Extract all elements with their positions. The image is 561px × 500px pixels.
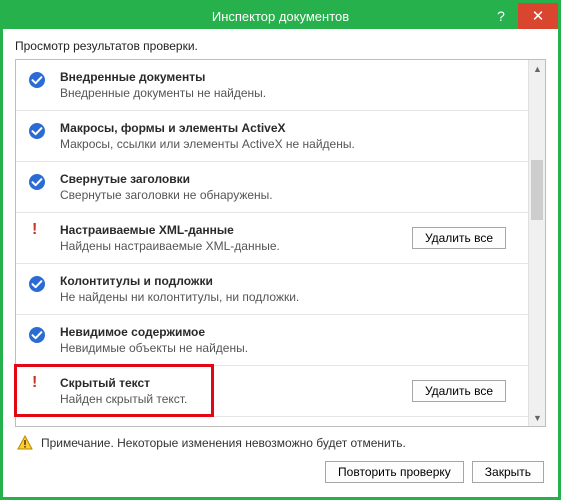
note-text: Примечание. Некоторые изменения невозмож… [41,436,406,450]
section-description: Свернутые заголовки не обнаружены. [60,188,506,202]
section-description: Не найдены ни колонтитулы, ни подложки. [60,290,506,304]
intro-text: Просмотр результатов проверки. [15,39,546,53]
dialog-footer: Повторить проверку Закрыть [15,457,546,487]
remove-all-button[interactable]: Удалить все [412,380,506,402]
titlebar: Инспектор документов ? ✕ [3,3,558,29]
section-body: Макросы, формы и элементы ActiveX Макросы… [60,121,506,151]
section-body: Настраиваемые XML-данные Найдены настраив… [60,223,412,253]
section-body: Скрытый текст Найден скрытый текст. [60,376,412,406]
section-description: Найден скрытый текст. [60,392,412,406]
section-title: Невидимое содержимое [60,325,506,339]
check-ok-icon [28,326,46,344]
section-action: Удалить все [412,380,506,402]
section-title: Колонтитулы и подложки [60,274,506,288]
section-title: Настраиваемые XML-данные [60,223,412,237]
titlebar-controls: ? ✕ [484,3,558,29]
section-title: Скрытый текст [60,376,412,390]
result-section: Макросы, формы и элементы ActiveX Макросы… [16,111,528,162]
section-body: Внедренные документы Внедренные документы… [60,70,506,100]
result-section: Колонтитулы и подложки Не найдены ни коло… [16,264,528,315]
section-body: Свернутые заголовки Свернутые заголовки н… [60,172,506,202]
result-section: Внедренные документы Внедренные документы… [16,60,528,111]
scroll-down-arrow[interactable]: ▼ [529,409,546,426]
scrollbar[interactable]: ▲ ▼ [528,60,545,426]
section-description: Найдены настраиваемые XML-данные. [60,239,412,253]
dialog-window: Инспектор документов ? ✕ Просмотр резуль… [0,0,561,500]
help-button[interactable]: ? [484,3,518,29]
exclamation-icon: ! [32,374,37,392]
section-title: Макросы, формы и элементы ActiveX [60,121,506,135]
result-section: ! Скрытый текст Найден скрытый текст.Удали… [16,366,528,417]
reinspect-button[interactable]: Повторить проверку [325,461,464,483]
section-action: Удалить все [412,227,506,249]
result-section: Невидимое содержимое Невидимые объекты не… [16,315,528,366]
dialog-title: Инспектор документов [3,9,558,24]
scroll-up-arrow[interactable]: ▲ [529,60,546,77]
exclamation-icon: ! [32,221,37,239]
warning-triangle-icon [17,435,33,451]
result-section: Свернутые заголовки Свернутые заголовки н… [16,162,528,213]
close-window-button[interactable]: ✕ [518,3,558,29]
note-row: Примечание. Некоторые изменения невозмож… [15,427,546,457]
scroll-thumb[interactable] [531,160,543,220]
section-description: Внедренные документы не найдены. [60,86,506,100]
section-title: Свернутые заголовки [60,172,506,186]
section-description: Макросы, ссылки или элементы ActiveX не … [60,137,506,151]
dialog-body: Просмотр результатов проверки. Внедренны… [3,29,558,497]
results-panel: Внедренные документы Внедренные документы… [15,59,546,427]
close-button[interactable]: Закрыть [472,461,544,483]
remove-all-button[interactable]: Удалить все [412,227,506,249]
section-title: Внедренные документы [60,70,506,84]
check-ok-icon [28,122,46,140]
check-ok-icon [28,275,46,293]
result-section: ! Настраиваемые XML-данные Найдены настраи… [16,213,528,264]
section-body: Колонтитулы и подложки Не найдены ни коло… [60,274,506,304]
results-list: Внедренные документы Внедренные документы… [16,60,545,426]
section-body: Невидимое содержимое Невидимые объекты не… [60,325,506,355]
section-description: Невидимые объекты не найдены. [60,341,506,355]
check-ok-icon [28,173,46,191]
check-ok-icon [28,71,46,89]
